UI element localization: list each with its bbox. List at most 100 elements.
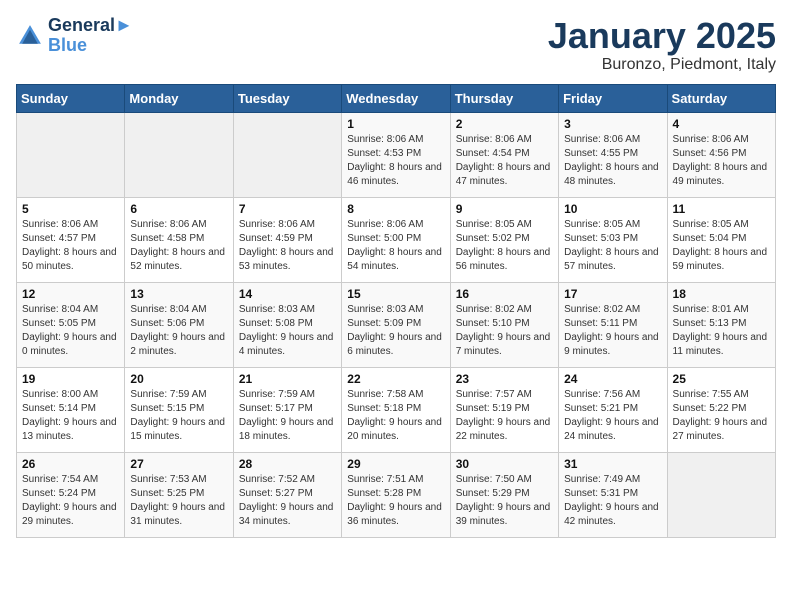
day-info: Sunrise: 7:53 AM Sunset: 5:25 PM Dayligh…: [130, 473, 227, 529]
day-info: Sunrise: 7:54 AM Sunset: 5:24 PM Dayligh…: [22, 473, 119, 529]
weekday-label: Thursday: [450, 84, 558, 112]
calendar-title: January 2025: [548, 16, 776, 56]
day-info: Sunrise: 7:56 AM Sunset: 5:21 PM Dayligh…: [564, 388, 661, 444]
day-info: Sunrise: 8:04 AM Sunset: 5:05 PM Dayligh…: [22, 303, 119, 359]
day-info: Sunrise: 7:52 AM Sunset: 5:27 PM Dayligh…: [239, 473, 336, 529]
calendar-week-row: 19Sunrise: 8:00 AM Sunset: 5:14 PM Dayli…: [17, 367, 776, 452]
day-number: 2: [456, 117, 553, 131]
calendar-day-cell: [17, 112, 125, 197]
calendar-day-cell: 19Sunrise: 8:00 AM Sunset: 5:14 PM Dayli…: [17, 367, 125, 452]
calendar-day-cell: [125, 112, 233, 197]
day-info: Sunrise: 8:05 AM Sunset: 5:02 PM Dayligh…: [456, 218, 553, 274]
day-info: Sunrise: 7:59 AM Sunset: 5:15 PM Dayligh…: [130, 388, 227, 444]
calendar-day-cell: 10 Sunrise: 8:05 AM Sunset: 5:03 PM Dayli…: [559, 197, 667, 282]
day-info: Sunrise: 8:01 AM Sunset: 5:13 PM Dayligh…: [673, 303, 770, 359]
day-info: Sunrise: 8:05 AM Sunset: 5:04 PM Dayligh…: [673, 218, 770, 274]
day-number: 17: [564, 287, 661, 301]
day-info: Sunrise: 8:06 AM Sunset: 4:58 PM Dayligh…: [130, 218, 227, 274]
calendar-day-cell: 12 Sunrise: 8:04 AM Sunset: 5:05 PM Dayli…: [17, 282, 125, 367]
calendar-table: SundayMondayTuesdayWednesdayThursdayFrid…: [16, 84, 776, 538]
day-number: 23: [456, 372, 553, 386]
calendar-day-cell: 5Sunrise: 8:06 AM Sunset: 4:57 PM Daylig…: [17, 197, 125, 282]
day-number: 20: [130, 372, 227, 386]
day-number: 27: [130, 457, 227, 471]
day-number: 12: [22, 287, 119, 301]
calendar-day-cell: 17Sunrise: 8:02 AM Sunset: 5:11 PM Dayli…: [559, 282, 667, 367]
day-info: Sunrise: 8:03 AM Sunset: 5:09 PM Dayligh…: [347, 303, 444, 359]
day-info: Sunrise: 7:58 AM Sunset: 5:18 PM Dayligh…: [347, 388, 444, 444]
day-info: Sunrise: 8:00 AM Sunset: 5:14 PM Dayligh…: [22, 388, 119, 444]
calendar-day-cell: [667, 452, 775, 537]
calendar-day-cell: 2 Sunrise: 8:06 AM Sunset: 4:54 PM Daylig…: [450, 112, 558, 197]
day-info: Sunrise: 8:04 AM Sunset: 5:06 PM Dayligh…: [130, 303, 227, 359]
day-info: Sunrise: 8:06 AM Sunset: 5:00 PM Dayligh…: [347, 218, 444, 274]
calendar-subtitle: Buronzo, Piedmont, Italy: [548, 56, 776, 74]
calendar-day-cell: 7 Sunrise: 8:06 AM Sunset: 4:59 PM Daylig…: [233, 197, 341, 282]
page-header: General► Blue January 2025 Buronzo, Pied…: [16, 16, 776, 74]
day-number: 5: [22, 202, 119, 216]
calendar-week-row: 1Sunrise: 8:06 AM Sunset: 4:53 PM Daylig…: [17, 112, 776, 197]
day-number: 21: [239, 372, 336, 386]
calendar-body: 1Sunrise: 8:06 AM Sunset: 4:53 PM Daylig…: [17, 112, 776, 537]
day-number: 18: [673, 287, 770, 301]
calendar-day-cell: 13Sunrise: 8:04 AM Sunset: 5:06 PM Dayli…: [125, 282, 233, 367]
logo: General► Blue: [16, 16, 133, 56]
calendar-week-row: 5Sunrise: 8:06 AM Sunset: 4:57 PM Daylig…: [17, 197, 776, 282]
day-number: 15: [347, 287, 444, 301]
weekday-label: Wednesday: [342, 84, 450, 112]
calendar-day-cell: 28 Sunrise: 7:52 AM Sunset: 5:27 PM Dayli…: [233, 452, 341, 537]
calendar-day-cell: 31 Sunrise: 7:49 AM Sunset: 5:31 PM Dayli…: [559, 452, 667, 537]
logo-icon: [16, 22, 44, 50]
calendar-day-cell: 24Sunrise: 7:56 AM Sunset: 5:21 PM Dayli…: [559, 367, 667, 452]
day-info: Sunrise: 8:06 AM Sunset: 4:59 PM Dayligh…: [239, 218, 336, 274]
weekday-label: Monday: [125, 84, 233, 112]
calendar-day-cell: 1Sunrise: 8:06 AM Sunset: 4:53 PM Daylig…: [342, 112, 450, 197]
day-number: 29: [347, 457, 444, 471]
day-number: 16: [456, 287, 553, 301]
title-block: January 2025 Buronzo, Piedmont, Italy: [548, 16, 776, 74]
day-info: Sunrise: 8:05 AM Sunset: 5:03 PM Dayligh…: [564, 218, 661, 274]
day-number: 8: [347, 202, 444, 216]
calendar-day-cell: 30 Sunrise: 7:50 AM Sunset: 5:29 PM Dayli…: [450, 452, 558, 537]
day-number: 4: [673, 117, 770, 131]
calendar-day-cell: 27 Sunrise: 7:53 AM Sunset: 5:25 PM Dayli…: [125, 452, 233, 537]
calendar-day-cell: 9 Sunrise: 8:05 AM Sunset: 5:02 PM Daylig…: [450, 197, 558, 282]
day-number: 25: [673, 372, 770, 386]
calendar-day-cell: 22 Sunrise: 7:58 AM Sunset: 5:18 PM Dayli…: [342, 367, 450, 452]
day-info: Sunrise: 7:49 AM Sunset: 5:31 PM Dayligh…: [564, 473, 661, 529]
day-number: 31: [564, 457, 661, 471]
day-info: Sunrise: 8:06 AM Sunset: 4:55 PM Dayligh…: [564, 133, 661, 189]
calendar-day-cell: 21Sunrise: 7:59 AM Sunset: 5:17 PM Dayli…: [233, 367, 341, 452]
day-number: 7: [239, 202, 336, 216]
day-number: 10: [564, 202, 661, 216]
day-info: Sunrise: 8:06 AM Sunset: 4:54 PM Dayligh…: [456, 133, 553, 189]
calendar-day-cell: 20 Sunrise: 7:59 AM Sunset: 5:15 PM Dayli…: [125, 367, 233, 452]
calendar-day-cell: [233, 112, 341, 197]
day-number: 22: [347, 372, 444, 386]
day-info: Sunrise: 7:55 AM Sunset: 5:22 PM Dayligh…: [673, 388, 770, 444]
weekday-label: Friday: [559, 84, 667, 112]
calendar-day-cell: 6Sunrise: 8:06 AM Sunset: 4:58 PM Daylig…: [125, 197, 233, 282]
calendar-day-cell: 16Sunrise: 8:02 AM Sunset: 5:10 PM Dayli…: [450, 282, 558, 367]
day-number: 26: [22, 457, 119, 471]
day-number: 14: [239, 287, 336, 301]
calendar-day-cell: 3 Sunrise: 8:06 AM Sunset: 4:55 PM Daylig…: [559, 112, 667, 197]
day-number: 30: [456, 457, 553, 471]
weekday-label: Sunday: [17, 84, 125, 112]
day-number: 3: [564, 117, 661, 131]
calendar-week-row: 12 Sunrise: 8:04 AM Sunset: 5:05 PM Dayli…: [17, 282, 776, 367]
day-number: 9: [456, 202, 553, 216]
calendar-day-cell: 23 Sunrise: 7:57 AM Sunset: 5:19 PM Dayli…: [450, 367, 558, 452]
calendar-day-cell: 8 Sunrise: 8:06 AM Sunset: 5:00 PM Daylig…: [342, 197, 450, 282]
day-info: Sunrise: 8:06 AM Sunset: 4:56 PM Dayligh…: [673, 133, 770, 189]
day-number: 11: [673, 202, 770, 216]
day-info: Sunrise: 7:50 AM Sunset: 5:29 PM Dayligh…: [456, 473, 553, 529]
weekday-header-row: SundayMondayTuesdayWednesdayThursdayFrid…: [17, 84, 776, 112]
calendar-day-cell: 11 Sunrise: 8:05 AM Sunset: 5:04 PM Dayli…: [667, 197, 775, 282]
day-info: Sunrise: 8:03 AM Sunset: 5:08 PM Dayligh…: [239, 303, 336, 359]
calendar-day-cell: 26 Sunrise: 7:54 AM Sunset: 5:24 PM Dayli…: [17, 452, 125, 537]
day-info: Sunrise: 7:57 AM Sunset: 5:19 PM Dayligh…: [456, 388, 553, 444]
day-number: 28: [239, 457, 336, 471]
calendar-day-cell: 4 Sunrise: 8:06 AM Sunset: 4:56 PM Daylig…: [667, 112, 775, 197]
logo-text: General► Blue: [48, 16, 133, 56]
